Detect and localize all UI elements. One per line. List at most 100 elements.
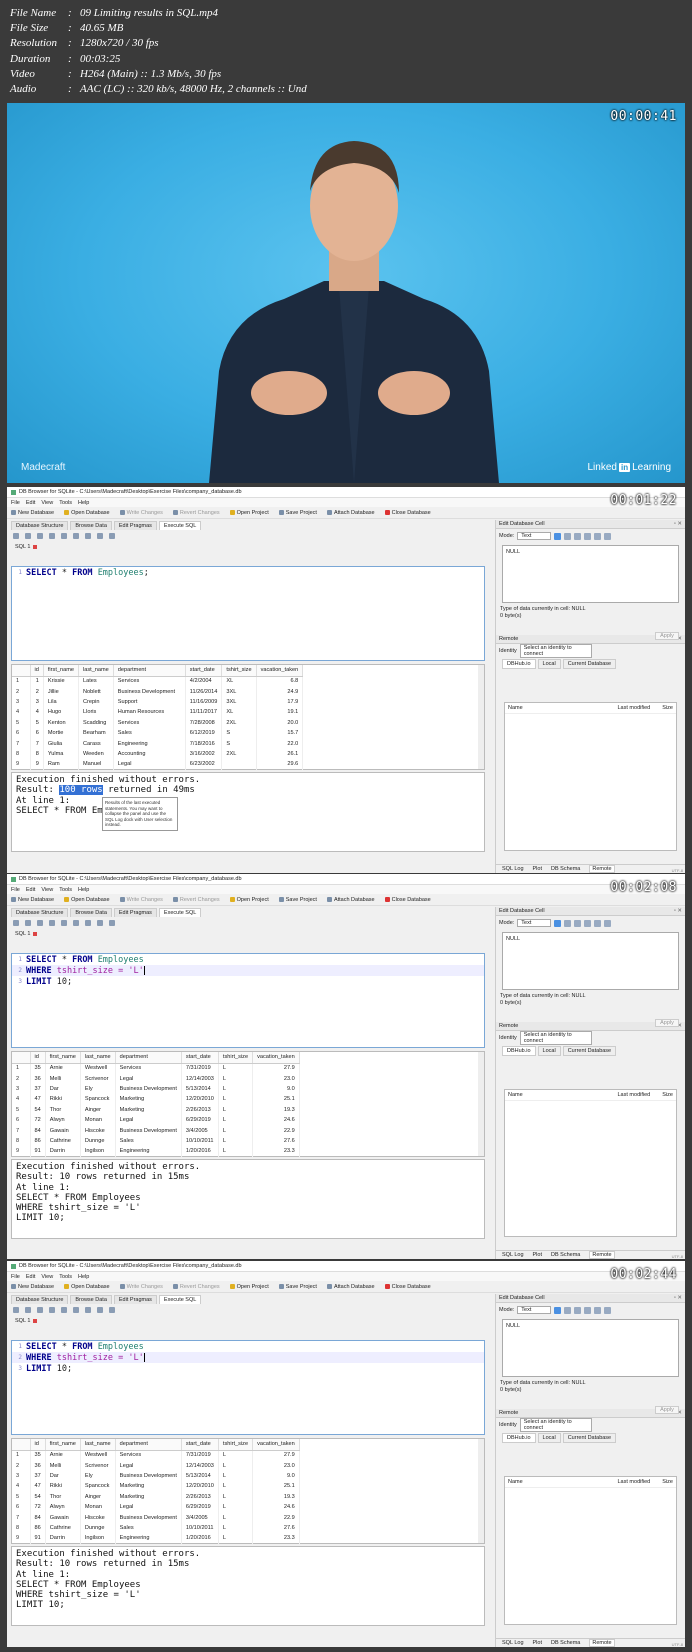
table-cell[interactable]: 8: [30, 748, 44, 760]
table-cell[interactable]: Ainger: [80, 1104, 116, 1115]
column-header[interactable]: tshirt_size: [218, 1439, 254, 1451]
tab-browse-data[interactable]: Browse Data: [70, 521, 112, 530]
column-header[interactable]: department: [115, 1052, 182, 1064]
table-cell[interactable]: Legal: [115, 1073, 182, 1084]
set-null-icon[interactable]: [584, 532, 592, 540]
export-icon[interactable]: [574, 1306, 582, 1314]
sql-editor-tab[interactable]: SQL 1: [7, 1316, 495, 1325]
table-cell[interactable]: 9.0: [252, 1083, 300, 1095]
table-cell[interactable]: L: [218, 1063, 254, 1074]
set-null-icon[interactable]: [584, 1306, 592, 1314]
table-cell[interactable]: [221, 759, 257, 770]
tab-browse-data[interactable]: Browse Data: [70, 908, 112, 917]
table-cell[interactable]: 3XL: [221, 696, 257, 708]
column-header[interactable]: first_name: [43, 665, 79, 677]
table-row[interactable]: 3 37 Dar Ely Business Development 5/13/2014 L 9…: [12, 1470, 300, 1482]
table-cell[interactable]: 7/28/2008: [185, 717, 223, 728]
table-row[interactable]: 2 36 Melli Scrivenor Legal 12/14/2003 L 23.0: [12, 1460, 300, 1471]
table-cell[interactable]: 24.6: [252, 1501, 300, 1513]
menu-file[interactable]: File: [11, 887, 20, 893]
table-cell[interactable]: Services: [113, 676, 186, 687]
table-cell[interactable]: L: [218, 1512, 254, 1523]
panel-controls-icon[interactable]: ▫ ✕: [674, 908, 682, 914]
menu-tools[interactable]: Tools: [59, 887, 72, 893]
save-sql-icon[interactable]: [37, 533, 43, 539]
set-null-icon[interactable]: [584, 919, 592, 927]
table-cell[interactable]: Lloris: [78, 707, 114, 718]
print-icon[interactable]: [49, 920, 55, 926]
table-cell[interactable]: 22.0: [256, 738, 304, 749]
print-icon[interactable]: [604, 919, 612, 927]
table-cell[interactable]: Support: [113, 696, 186, 708]
table-row[interactable]: 4 47 Rikki Spancock Marketing 12/20/2010 L 25.1: [12, 1481, 300, 1492]
mode-select[interactable]: Text: [517, 919, 552, 927]
remote-list[interactable]: Name Last modified Size: [504, 1089, 677, 1237]
new-database-button[interactable]: New Database: [11, 510, 54, 516]
auto-format-icon[interactable]: [554, 1306, 562, 1314]
table-cell[interactable]: Dar: [45, 1470, 81, 1482]
table-row[interactable]: 7 84 Gawain Hiscoke Business Development 3/4/…: [12, 1512, 300, 1523]
vertical-scrollbar[interactable]: [478, 1052, 484, 1156]
table-row[interactable]: 5 54 Thor Ainger Marketing 2/26/2013 L 19.3: [12, 1104, 300, 1115]
table-cell[interactable]: XL: [221, 676, 257, 687]
table-cell[interactable]: 9: [30, 759, 44, 770]
table-row[interactable]: 2 2 Jillie Noblett Business Development 11/26…: [12, 686, 304, 697]
table-cell[interactable]: Scrivenor: [80, 1460, 116, 1471]
open-tab-icon[interactable]: [13, 920, 19, 926]
find-icon[interactable]: [97, 533, 103, 539]
comment-icon[interactable]: [109, 533, 115, 539]
print-icon[interactable]: [604, 532, 612, 540]
table-cell[interactable]: Scrivenor: [80, 1073, 116, 1084]
execute-all-icon[interactable]: [61, 1307, 67, 1313]
menu-file[interactable]: File: [11, 1274, 20, 1280]
word-wrap-icon[interactable]: [594, 532, 602, 540]
tab-execute-sql[interactable]: Execute SQL: [158, 908, 202, 917]
stop-icon[interactable]: [85, 533, 91, 539]
table-cell[interactable]: Sales: [115, 1522, 182, 1534]
apply-button[interactable]: Apply: [655, 1019, 679, 1027]
tab-local[interactable]: Local: [537, 659, 561, 669]
table-cell[interactable]: 86: [30, 1522, 46, 1534]
column-header[interactable]: tshirt_size: [218, 1052, 254, 1064]
table-cell[interactable]: 6/29/2019: [181, 1501, 219, 1513]
write-changes-button[interactable]: Write Changes: [119, 1284, 163, 1290]
save-project-button[interactable]: Save Project: [278, 510, 317, 516]
column-header[interactable]: department: [113, 665, 186, 677]
column-header[interactable]: start_date: [181, 1052, 219, 1064]
open-tab-icon[interactable]: [13, 533, 19, 539]
table-cell[interactable]: 3/4/2005: [181, 1512, 219, 1523]
table-cell[interactable]: Spancock: [80, 1094, 116, 1105]
execute-all-icon[interactable]: [61, 533, 67, 539]
table-cell[interactable]: 6/23/2002: [185, 759, 223, 770]
import-icon[interactable]: [564, 1306, 572, 1314]
table-cell[interactable]: 4: [30, 707, 44, 718]
write-changes-button[interactable]: Write Changes: [119, 897, 163, 903]
table-cell[interactable]: 17.9: [256, 696, 304, 708]
save-project-button[interactable]: Save Project: [278, 897, 317, 903]
revert-changes-button[interactable]: Revert Changes: [172, 897, 220, 903]
table-row[interactable]: 6 6 Mortie Bearham Sales 6/12/2019 S 15.7: [12, 727, 304, 739]
column-header[interactable]: last_name: [78, 665, 114, 677]
table-cell[interactable]: Engineering: [115, 1533, 182, 1544]
table-cell[interactable]: L: [218, 1073, 254, 1084]
table-cell[interactable]: Jillie: [43, 686, 79, 697]
open-file-icon[interactable]: [25, 920, 31, 926]
table-cell[interactable]: Dar: [45, 1083, 81, 1095]
table-cell[interactable]: 3/4/2005: [181, 1125, 219, 1136]
table-cell[interactable]: 23.3: [252, 1533, 300, 1544]
close-tab-icon[interactable]: [33, 1318, 38, 1323]
tab-execute-sql[interactable]: Execute SQL: [158, 1295, 202, 1304]
table-cell[interactable]: 72: [30, 1501, 46, 1513]
table-row[interactable]: 5 54 Thor Ainger Marketing 2/26/2013 L 19.3: [12, 1491, 300, 1502]
print-icon[interactable]: [49, 533, 55, 539]
table-cell[interactable]: 19.3: [252, 1491, 300, 1502]
table-cell[interactable]: Bearham: [78, 727, 114, 739]
sql-editor-tab[interactable]: SQL 1: [7, 542, 495, 551]
table-cell[interactable]: Krissie: [43, 676, 79, 687]
table-cell[interactable]: Cathrine: [45, 1135, 81, 1147]
table-cell[interactable]: Business Development: [115, 1083, 182, 1095]
table-cell[interactable]: Services: [113, 717, 186, 728]
column-header[interactable]: vacation_taken: [252, 1439, 300, 1451]
table-cell[interactable]: Rikki: [45, 1094, 81, 1105]
attach-database-button[interactable]: Attach Database: [326, 1284, 375, 1290]
